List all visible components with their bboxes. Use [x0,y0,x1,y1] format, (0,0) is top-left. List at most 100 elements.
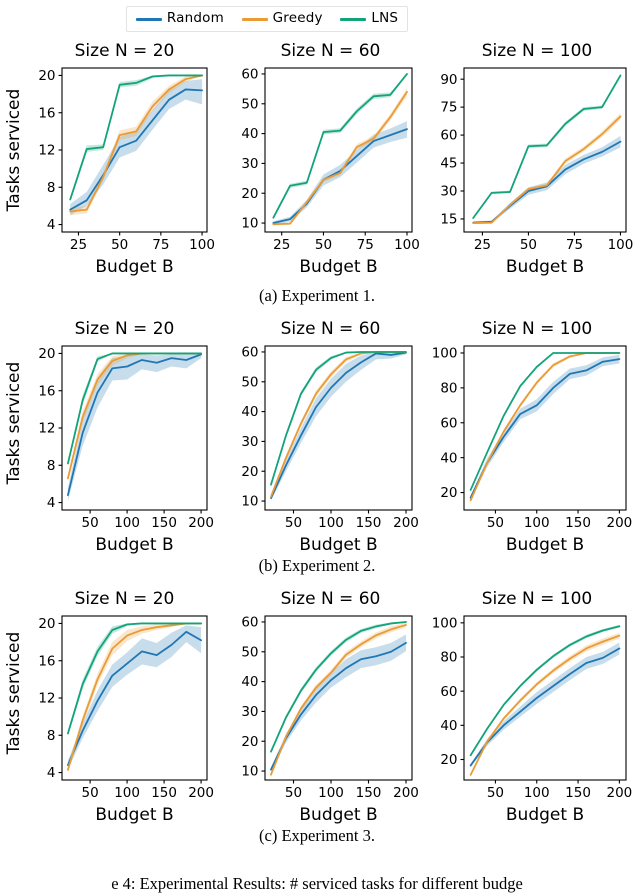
x-tick-label: 200 [393,515,419,531]
x-tick-label: 100 [189,237,215,253]
x-tick-label: 200 [606,785,632,801]
x-tick-label: 150 [151,785,177,801]
experiment-1-row: Size N = 20 Tasks serviced 4 8 12 16 20 25 50 75 1… [0,40,634,290]
x-tick-label: 50 [487,515,504,531]
x-tick-label: 25 [474,237,491,253]
y-tick-label: 30 [241,434,258,450]
chart-svg: 20 40 60 80 100 50 100 150 200 Budget B [432,615,633,825]
x-axis-label: Budget B [299,535,377,555]
chart-panel-exp1-n60: Size N = 60 10 20 30 40 50 60 25 50 75 100 Budget B [215,40,420,290]
confidence-band-random [470,642,620,768]
y-tick-label: 60 [241,345,258,361]
chart-panel-exp2-n60: Size N = 60 10 20 30 40 50 60 50 100 150 200 Budget… [215,318,420,568]
y-tick-label: 60 [440,415,457,431]
y-tick-label: 40 [241,674,258,690]
chart-svg: 10 20 30 40 50 60 50 100 150 200 Budget B [241,615,419,825]
legend-item-greedy[interactable]: Greedy [241,10,323,27]
subfigure-caption-c: (c) Experiment 3. [259,826,375,845]
x-tick-label: 75 [152,237,169,253]
panel-title: Size N = 60 [280,41,381,61]
y-tick-label: 30 [241,156,258,172]
legend-line-swatch-random [135,17,162,21]
x-axis-label: Budget B [506,257,584,277]
confidence-band-random [67,353,202,501]
legend-item-lns[interactable]: LNS [340,12,398,26]
chart-svg: 10 20 30 40 50 60 50 100 150 200 Budget B [241,345,419,555]
x-tick-label: 25 [70,237,87,253]
y-tick-label: 60 [440,684,457,700]
confidence-band-random [271,351,406,501]
y-tick-label: 16 [38,383,55,399]
plot-frame [264,345,413,511]
y-tick-label: 30 [440,184,457,200]
experiment-2-row: Size N = 20 Tasks serviced 4 8 12 16 20 50 100 15… [0,318,634,568]
legend-item-random[interactable]: Random [135,12,224,26]
y-tick-label: 10 [241,216,258,232]
y-tick-label: 12 [38,421,55,437]
y-tick-label: 4 [47,495,56,511]
chart-svg: 15 30 45 60 75 90 25 50 75 100 Budget B [440,67,633,277]
y-tick-label: 12 [38,143,55,159]
y-tick-label: 16 [38,105,55,121]
x-tick-label: 150 [565,785,591,801]
y-tick-label: 15 [440,212,457,228]
legend-label: LNS [371,10,399,27]
chart-svg: 4 8 12 16 20 50 100 150 200 Budget B [38,345,214,555]
subfigure-caption-b: (b) Experiment 2. [258,556,376,575]
y-tick-label: 8 [47,458,56,474]
chart-svg: 4 8 12 16 20 50 100 150 200 Budget B [38,615,214,825]
x-tick-label: 50 [487,785,504,801]
y-tick-label: 20 [38,68,55,84]
chart-panel-exp3-n20: Size N = 20 Tasks serviced 4 8 12 16 20 50 100 15… [0,588,215,838]
plot-area-wrapper: 4 8 12 16 20 25 50 75 100 Budget B [0,64,215,290]
y-tick-label: 100 [432,346,458,362]
x-axis-label: Budget B [95,535,173,555]
chart-svg: 20 40 60 80 100 50 100 150 200 Budget B [432,345,632,555]
x-tick-label: 50 [111,237,128,253]
chart-panel-exp3-n60: Size N = 60 10 20 30 40 50 60 50 100 150 200 Budget… [215,588,420,838]
y-tick-label: 40 [241,404,258,420]
chart-legend: Random Greedy LNS [126,6,408,32]
y-tick-label: 20 [241,464,258,480]
chart-panel-exp3-n100: Size N = 100 20 40 60 80 100 50 100 150 200 Budget… [420,588,634,838]
experimental-results-figure: Random Greedy LNS Size N = 20 Tasks service… [0,0,634,894]
legend-line-swatch-greedy [241,17,268,21]
x-tick-label: 150 [151,515,177,531]
y-tick-label: 40 [440,718,457,734]
x-tick-label: 50 [82,785,99,801]
x-tick-label: 100 [524,785,550,801]
experiment-3-row: Size N = 20 Tasks serviced 4 8 12 16 20 50 100 15… [0,588,634,838]
x-tick-label: 100 [114,785,140,801]
y-tick-label: 60 [440,128,457,144]
x-axis-label: Budget B [95,805,173,825]
legend-line-swatch-lns [340,17,367,21]
x-tick-label: 200 [188,515,214,531]
line-series-random [469,358,621,499]
x-tick-label: 50 [82,515,99,531]
line-series-random [472,140,622,224]
y-tick-label: 75 [440,100,457,116]
plot-area-wrapper: 10 20 30 40 50 60 50 100 150 200 Budget B [215,342,420,568]
chart-svg: 4 8 12 16 20 25 50 75 100 Budget B [38,67,215,277]
x-tick-label: 50 [285,785,302,801]
x-tick-label: 200 [188,785,214,801]
confidence-band-random [67,625,202,770]
plot-area-wrapper: 20 40 60 80 100 50 100 150 200 Budget B [420,342,634,568]
panel-title: Size N = 20 [74,319,175,339]
y-tick-label: 100 [432,615,458,631]
y-tick-label: 50 [241,374,258,390]
x-tick-label: 75 [566,237,583,253]
x-axis-label: Budget B [506,535,584,555]
y-tick-label: 80 [440,380,457,396]
chart-panel-exp1-n20: Size N = 20 Tasks serviced 4 8 12 16 20 25 50 75 1… [0,40,215,290]
chart-panel-exp2-n100: Size N = 100 20 40 60 80 100 50 100 150 200 Budget… [420,318,634,568]
plot-frame [264,615,413,781]
legend-label: Greedy [272,10,323,27]
y-tick-label: 4 [47,765,56,781]
x-tick-label: 50 [285,515,302,531]
y-tick-label: 50 [241,96,258,112]
x-tick-label: 200 [606,515,632,531]
confidence-band-greedy [473,113,621,224]
line-series-lns [272,73,408,219]
x-tick-label: 100 [114,515,140,531]
